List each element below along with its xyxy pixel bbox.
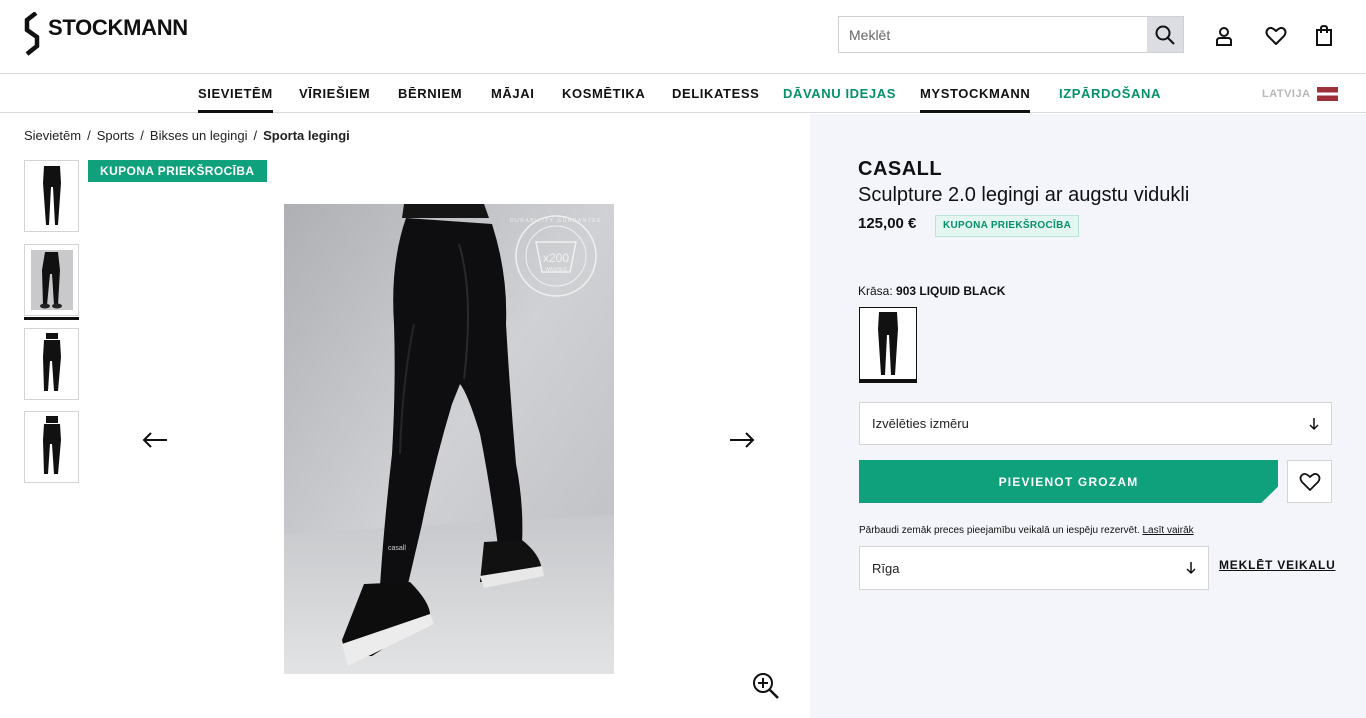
size-select[interactable]: Izvēlēties izmēru — [859, 402, 1332, 445]
leggings-thumbnail-image — [42, 166, 61, 225]
product-main-image[interactable]: casall x200 WASHES DURABILITY GUARANTEE — [284, 204, 614, 674]
logo-text: STOCKMANN — [48, 15, 188, 40]
read-more-link[interactable]: Lasīt vairāk — [1143, 525, 1194, 536]
arrow-down-icon — [1309, 417, 1319, 430]
product-price: 125,00 € — [858, 215, 917, 232]
city-select[interactable]: Rīga — [859, 546, 1209, 590]
city-select-value: Rīga — [872, 560, 900, 576]
leggings-photo: casall x200 WASHES DURABILITY GUARANTEE — [284, 204, 614, 674]
breadcrumb-item[interactable]: Sports — [97, 128, 135, 143]
color-swatch-selected[interactable] — [859, 307, 917, 383]
breadcrumb-current: Sporta legingi — [263, 128, 350, 143]
find-store-link[interactable]: MEKLĒT VEIKALU — [1219, 558, 1336, 572]
logo[interactable]: STOCKMANN — [24, 12, 188, 56]
latvia-flag-icon — [1316, 87, 1338, 101]
breadcrumb-item[interactable]: Sievietēm — [24, 128, 81, 143]
badge-text: x200 — [543, 251, 569, 265]
coupon-pill: KUPONA PRIEKŠROCĪBA — [935, 215, 1080, 237]
search-input[interactable] — [839, 17, 1147, 52]
zoom-in-icon — [753, 673, 779, 699]
product-brand[interactable]: CASALL — [858, 158, 942, 181]
product-name: Sculpture 2.0 legingi ar augstu vidukli — [858, 184, 1190, 206]
model-side-thumbnail-image — [42, 416, 61, 474]
bag-icon — [1316, 25, 1332, 46]
badge-ring-text: DURABILITY GUARANTEE — [510, 218, 602, 224]
search-button[interactable] — [1147, 17, 1183, 52]
add-to-wishlist-button[interactable] — [1287, 460, 1332, 503]
site-header: STOCKMANN — [0, 0, 1366, 74]
language-label: LATVIJA — [1262, 88, 1311, 100]
user-icon — [1216, 27, 1232, 46]
breadcrumb-separator: / — [140, 128, 144, 143]
arrow-right-icon — [730, 432, 755, 448]
main-navigation: SIEVIETĒM VĪRIEŠIEM BĒRNIEM MĀJAI KOSMĒT… — [0, 75, 1366, 113]
nav-item-delicatessen[interactable]: DELIKATESS — [672, 75, 759, 113]
breadcrumb: Sievietēm / Sports / Bikses un legingi /… — [24, 128, 350, 143]
previous-image-button[interactable] — [141, 428, 169, 452]
wishlist-button[interactable] — [1264, 24, 1288, 48]
add-to-cart-button[interactable]: PIEVIENOT GROZAM — [859, 460, 1278, 503]
heart-icon — [1265, 26, 1287, 45]
nav-item-sale[interactable]: IZPĀRDOŠANA — [1059, 75, 1161, 113]
cart-button[interactable] — [1312, 24, 1336, 48]
arrow-left-icon — [142, 432, 167, 448]
nav-item-cosmetics[interactable]: KOSMĒTIKA — [562, 75, 645, 113]
nav-item-men[interactable]: VĪRIEŠIEM — [299, 75, 370, 113]
color-label: Krāsa: 903 LIQUID BLACK — [858, 284, 1005, 298]
gallery-thumbnail[interactable] — [24, 160, 79, 232]
model-thumbnail-image — [30, 250, 73, 310]
search-bar — [838, 16, 1184, 53]
model-front-thumbnail-image — [42, 333, 61, 391]
breadcrumb-item[interactable]: Bikses un legingi — [150, 128, 248, 143]
language-selector[interactable]: LATVIJA — [1262, 75, 1338, 113]
gallery-thumbnail-active[interactable] — [24, 244, 79, 320]
availability-note: Pārbaudi zemāk preces pieejamību veikalā… — [859, 525, 1194, 536]
badge-subtext: WASHES — [545, 267, 567, 273]
arrow-down-icon — [1186, 562, 1196, 575]
gallery-thumbnail[interactable] — [24, 328, 79, 400]
nav-item-home[interactable]: MĀJAI — [491, 75, 534, 113]
color-label-prefix: Krāsa: — [858, 284, 893, 298]
coupon-badge: KUPONA PRIEKŠROCĪBA — [88, 160, 267, 182]
logo-mark-icon — [24, 12, 40, 56]
breadcrumb-separator: / — [253, 128, 258, 143]
availability-text: Pārbaudi zemāk preces pieejamību veikalā… — [859, 525, 1140, 536]
nav-item-kids[interactable]: BĒRNIEM — [398, 75, 462, 113]
leggings-logo-text: casall — [388, 545, 406, 552]
gallery-thumbnail[interactable] — [24, 411, 79, 483]
breadcrumb-separator: / — [87, 128, 91, 143]
nav-item-women[interactable]: SIEVIETĒM — [198, 75, 273, 113]
size-select-label: Izvēlēties izmēru — [872, 416, 969, 431]
leggings-swatch-image — [878, 311, 898, 375]
search-icon — [1155, 25, 1175, 45]
account-button[interactable] — [1212, 24, 1236, 48]
color-value: 903 LIQUID BLACK — [896, 284, 1006, 298]
heart-icon — [1299, 472, 1320, 491]
nav-item-gift-ideas[interactable]: DĀVANU IDEJAS — [783, 75, 896, 113]
next-image-button[interactable] — [728, 428, 756, 452]
nav-item-mystockmann[interactable]: MYSTOCKMANN — [920, 75, 1031, 113]
zoom-button[interactable] — [752, 672, 780, 700]
